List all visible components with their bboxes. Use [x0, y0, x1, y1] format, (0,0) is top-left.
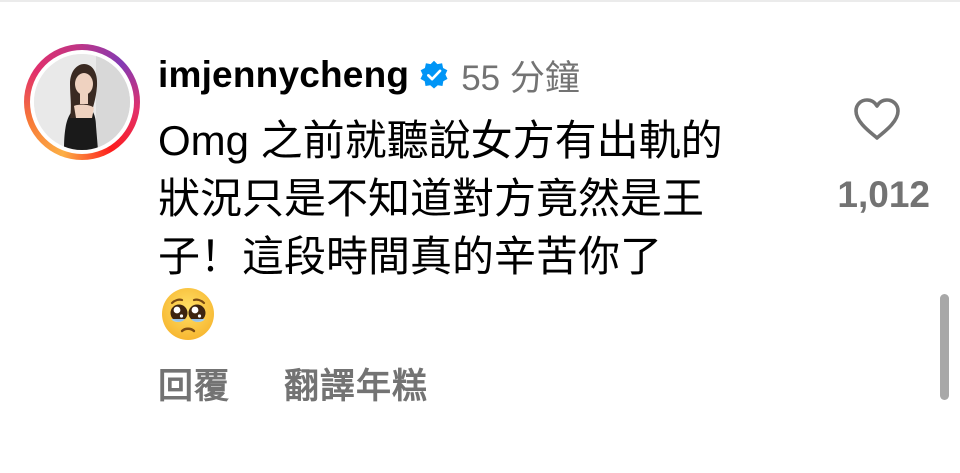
avatar-ring-gap — [30, 50, 134, 154]
verified-badge-icon — [419, 60, 449, 90]
top-divider — [0, 0, 960, 2]
username[interactable]: imjennycheng — [158, 54, 409, 96]
comment-text: Omg 之前就聽說女方有出軌的 狀況只是不知道對方竟然是王 子！這段時間真的辛苦… — [158, 117, 723, 280]
scrollbar[interactable] — [940, 294, 949, 400]
comment-header: imjennycheng 55 分鐘 — [158, 48, 580, 102]
reply-button[interactable]: 回覆 — [158, 358, 230, 409]
comment-actions: 回覆 翻譯年糕 — [158, 360, 428, 406]
avatar-photo — [34, 54, 130, 150]
pleading-face-icon — [160, 286, 216, 342]
avatar[interactable] — [34, 54, 130, 150]
comment-time: 55 分鐘 — [461, 58, 580, 98]
translate-button[interactable]: 翻譯年糕 — [284, 358, 428, 409]
avatar-story-ring[interactable] — [24, 44, 140, 160]
like-count: 1,012 — [837, 174, 930, 215]
heart-outline-icon[interactable] — [852, 96, 902, 142]
